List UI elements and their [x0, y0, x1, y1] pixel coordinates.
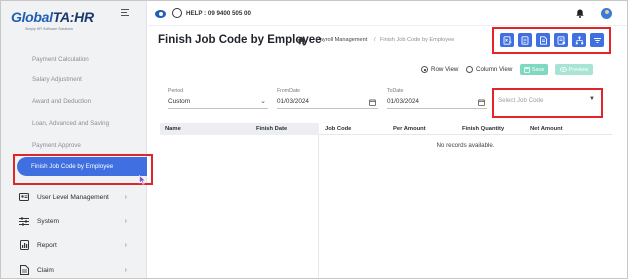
bell-icon[interactable]: [576, 9, 584, 18]
save-button[interactable]: Save: [520, 64, 548, 75]
column-header-name[interactable]: Name: [165, 126, 181, 132]
sidebar-item-salary-adjustment[interactable]: Salary Adjustment: [32, 76, 82, 83]
eye-preview-icon: [559, 67, 567, 72]
sidebar-item-payment-calculation[interactable]: Payment Calculation: [32, 56, 89, 63]
sidebar-item-label: System: [37, 217, 59, 225]
save-icon: [523, 66, 530, 73]
sidebar-item-user-level-management[interactable]: User Level Management ›: [19, 190, 131, 204]
sidebar-item-system[interactable]: System ›: [19, 214, 131, 228]
radio-unselected-icon: [466, 66, 473, 73]
to-date-value: 01/03/2024: [387, 98, 419, 105]
period-select[interactable]: Custom ⌄: [168, 96, 268, 109]
chevron-down-icon: ⌄: [260, 98, 266, 105]
sidebar-item-label: Report: [37, 241, 57, 249]
sidebar-item-label: Claim: [37, 266, 54, 274]
save-label: Save: [531, 66, 545, 73]
column-header-finish-quantity[interactable]: Finish Quantity: [462, 126, 504, 132]
sidebar-item-report[interactable]: Report ›: [19, 238, 131, 252]
eye-icon[interactable]: [155, 10, 166, 18]
row-view-label: Row View: [431, 66, 459, 73]
app-logo[interactable]: GlobalTA:HR Simply HR Software Solutions: [11, 7, 101, 31]
to-date-label: ToDate: [387, 88, 404, 94]
column-header-job-code[interactable]: Job Code: [325, 126, 351, 132]
from-date-field[interactable]: 01/03/2024: [277, 96, 378, 109]
mouse-cursor-icon: [139, 174, 147, 185]
period-label: Period: [168, 88, 183, 94]
highlight-box-toolbar: [492, 27, 611, 54]
chevron-right-icon: ›: [124, 241, 127, 249]
breadcrumb-separator: /: [309, 37, 311, 43]
chevron-right-icon: ›: [124, 193, 127, 201]
sidebar: GlobalTA:HR Simply HR Software Solutions…: [1, 1, 147, 278]
column-header-per-amount[interactable]: Per Amount: [393, 126, 426, 132]
sidebar-item-label: User Level Management: [37, 193, 109, 201]
preview-label: Preview: [568, 66, 589, 73]
chevron-right-icon: ›: [124, 266, 127, 274]
sidebar-item-claim[interactable]: Claim ›: [19, 263, 131, 277]
chevron-right-icon: ›: [124, 217, 127, 225]
help-hotline: HELP : 09 9400 505 00: [186, 10, 251, 17]
sliders-icon: [19, 216, 29, 226]
table-header-left: [160, 123, 319, 135]
column-view-radio[interactable]: Column View: [466, 66, 512, 73]
report-icon: [19, 240, 29, 250]
sidebar-item-loan-advanced-saving[interactable]: Loan, Advanced and Saving: [32, 120, 109, 127]
highlight-box-sidebar: [13, 154, 153, 185]
home-icon[interactable]: [297, 36, 306, 45]
table-empty-message: No records available.: [436, 142, 495, 149]
radio-selected-icon: [421, 66, 428, 73]
claim-icon: [19, 265, 29, 275]
preview-button[interactable]: Preview: [555, 64, 593, 75]
sidebar-item-award-deduction[interactable]: Award and Deduction: [32, 98, 91, 105]
period-value: Custom: [168, 98, 191, 105]
user-avatar-icon[interactable]: [601, 8, 612, 19]
user-level-icon: [19, 192, 29, 202]
column-header-net-amount[interactable]: Net Amount: [530, 126, 563, 132]
phone-icon: [172, 8, 182, 18]
calendar-icon[interactable]: [369, 96, 376, 111]
brand-name: GlobalTA:HR: [11, 9, 94, 25]
breadcrumb-payroll-management[interactable]: Payroll Management: [316, 37, 367, 43]
top-bar: HELP : 09 9400 505 00: [148, 1, 627, 26]
column-header-finish-date[interactable]: Finish Date: [256, 126, 287, 132]
calendar-icon[interactable]: [478, 96, 485, 111]
highlight-box-job-code: [492, 88, 603, 118]
sidebar-item-payment-approve[interactable]: Payment Approve: [32, 142, 81, 149]
menu-toggle-icon[interactable]: [121, 9, 129, 16]
from-date-value: 01/03/2024: [277, 98, 309, 105]
breadcrumb-current: Finish Job Code by Employee: [380, 37, 455, 43]
column-view-label: Column View: [476, 66, 513, 73]
from-date-label: FromDate: [277, 88, 301, 94]
table-left-pane: [160, 135, 319, 278]
breadcrumb-separator: /: [374, 37, 376, 43]
row-view-radio[interactable]: Row View: [421, 66, 458, 73]
brand-tagline: Simply HR Software Solutions: [25, 27, 73, 31]
to-date-field[interactable]: 01/03/2024: [387, 96, 487, 109]
